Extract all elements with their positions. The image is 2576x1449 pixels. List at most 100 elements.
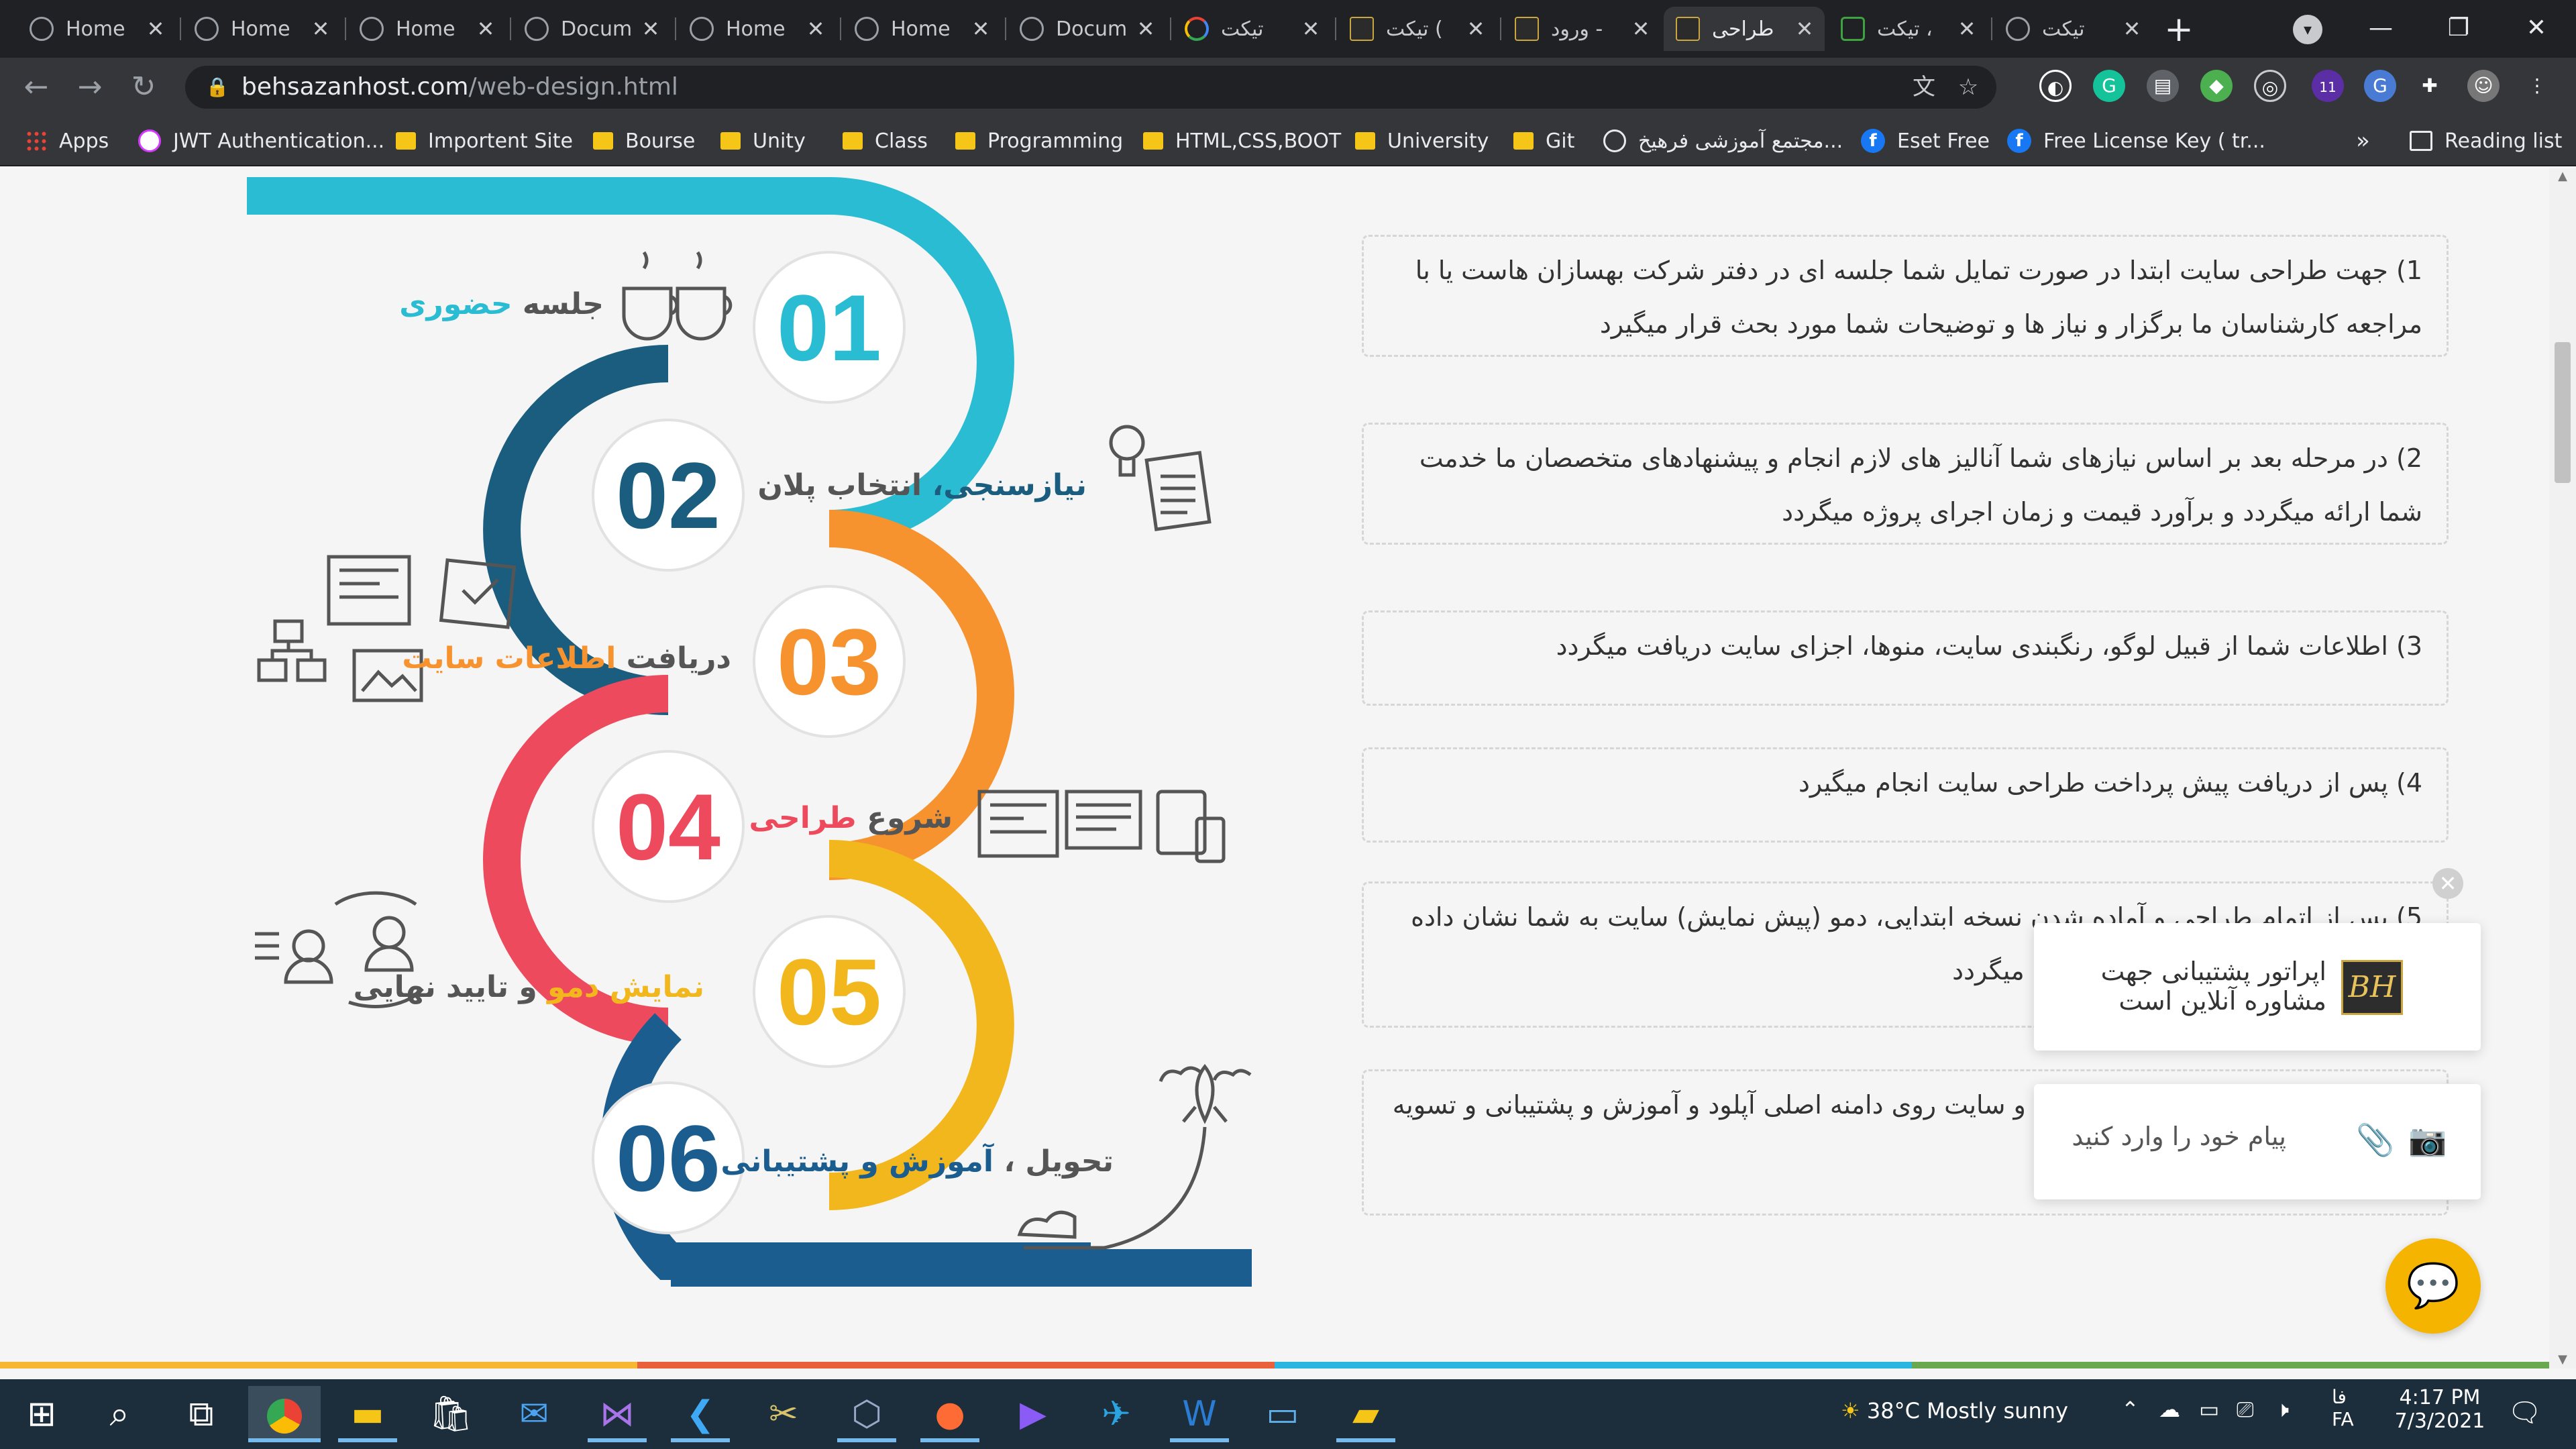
bookmark-folder[interactable]: Importent Site: [396, 126, 573, 156]
address-bar[interactable]: 🔒 behsazanhost.com/web-design.html 文 ☆: [185, 66, 1996, 109]
page-scrollbar[interactable]: ▲ ▼: [2549, 168, 2576, 1368]
bookmark-folder[interactable]: Class: [843, 126, 928, 156]
tab[interactable]: Home ✕: [843, 7, 1001, 51]
close-icon[interactable]: ✕: [1132, 16, 1159, 42]
camera-icon[interactable]: 📷: [2408, 1122, 2447, 1159]
bookmark-apps[interactable]: Apps: [25, 126, 109, 156]
close-icon[interactable]: ✕: [142, 16, 169, 42]
tab[interactable]: تیکت (✕: [1338, 7, 1496, 51]
postman-icon[interactable]: ●: [914, 1386, 986, 1442]
tab[interactable]: Home ✕: [182, 7, 341, 51]
weather-widget[interactable]: ☀ 38°C Mostly sunny: [1841, 1398, 2068, 1424]
bookmark-folder[interactable]: HTML,CSS,BOOT: [1143, 126, 1341, 156]
vscode-icon[interactable]: ❮: [664, 1386, 737, 1442]
task-view-icon[interactable]: ⧉: [165, 1386, 237, 1442]
bookmark-eset[interactable]: f Eset Free: [1861, 126, 1990, 156]
badge-extension-icon[interactable]: 11: [2312, 70, 2344, 102]
app-window-icon[interactable]: ▭: [1246, 1386, 1319, 1442]
close-icon[interactable]: ✕: [2118, 16, 2145, 42]
tab[interactable]: Home ✕: [17, 7, 176, 51]
bookmark-folder[interactable]: Programming: [955, 126, 1123, 156]
reading-list-button[interactable]: Reading list: [2410, 126, 2562, 156]
tab-active[interactable]: طراحی ✕: [1664, 7, 1825, 51]
close-icon[interactable]: ✕: [802, 16, 829, 42]
chat-close-button[interactable]: ✕: [2432, 868, 2463, 899]
lock-icon[interactable]: 🔒: [205, 75, 229, 99]
chat-message-box[interactable]: 📎 📷 پیام خود را وارد کنید: [2034, 1084, 2481, 1199]
visual-studio-icon[interactable]: ⋈: [581, 1386, 653, 1442]
clock[interactable]: 4:17 PM 7/3/2021: [2390, 1386, 2490, 1433]
store-icon[interactable]: 🛍: [415, 1386, 487, 1442]
volume-icon[interactable]: 🕨: [2275, 1397, 2289, 1423]
tab[interactable]: Docum ✕: [513, 7, 671, 51]
close-icon[interactable]: ✕: [1462, 16, 1489, 42]
tools-icon[interactable]: ✂: [747, 1386, 820, 1442]
bookmark-site[interactable]: مجتمع آموزشی فرهیخ...: [1603, 126, 1843, 156]
bookmark-license[interactable]: f Free License Key ( tr...: [2007, 126, 2265, 156]
bookmarks-overflow-button[interactable]: »: [2356, 126, 2370, 156]
bookmark-star-icon[interactable]: ☆: [1953, 72, 1983, 102]
close-icon[interactable]: ✕: [472, 16, 499, 42]
chat-operator-card[interactable]: اپراتور پشتیبانی جهت مشاوره آنلاین است B…: [2034, 923, 2481, 1051]
record-icon[interactable]: ◎: [2254, 70, 2286, 102]
paperclip-icon[interactable]: 📎: [2356, 1122, 2394, 1159]
close-icon[interactable]: ✕: [1297, 16, 1324, 42]
tab[interactable]: ورود - ✕: [1503, 7, 1661, 51]
battery-icon[interactable]: ▭: [2199, 1397, 2219, 1422]
cloud-icon[interactable]: ☁: [2159, 1397, 2180, 1422]
bookmark-folder[interactable]: University: [1355, 126, 1489, 156]
close-icon[interactable]: ✕: [307, 16, 334, 42]
puzzle-icon[interactable]: ✚: [2414, 70, 2446, 102]
printer-icon[interactable]: ▤: [2147, 70, 2179, 102]
grammarly-icon[interactable]: G: [2093, 70, 2125, 102]
chrome-icon[interactable]: [248, 1386, 321, 1442]
tab[interactable]: Home ✕: [678, 7, 836, 51]
back-button[interactable]: ←: [16, 67, 56, 107]
tab[interactable]: Docum ✕: [1008, 7, 1166, 51]
show-hidden-icons-icon[interactable]: ⌃: [2121, 1397, 2139, 1422]
minimize-button[interactable]: —: [2357, 9, 2404, 47]
media-player-icon[interactable]: ▶: [997, 1386, 1069, 1442]
file-explorer-icon[interactable]: ▬: [331, 1386, 404, 1442]
tab[interactable]: تیکت ✕: [1994, 7, 2152, 51]
tab[interactable]: Home ✕: [347, 7, 506, 51]
close-window-button[interactable]: ✕: [2513, 9, 2560, 47]
menu-icon[interactable]: ⋮: [2521, 70, 2553, 102]
forward-button[interactable]: →: [70, 67, 110, 107]
notifications-icon[interactable]: 🗨: [2508, 1397, 2542, 1428]
scroll-up-icon[interactable]: ▲: [2556, 169, 2569, 183]
bookmark-folder[interactable]: Bourse: [593, 126, 695, 156]
extension-icon[interactable]: ◆: [2200, 70, 2233, 102]
mail-icon[interactable]: ✉: [498, 1386, 570, 1442]
tab[interactable]: تیکت ✕: [1173, 7, 1331, 51]
network-icon[interactable]: ⎚: [2237, 1397, 2254, 1423]
close-icon[interactable]: ✕: [967, 16, 994, 42]
chat-input-placeholder[interactable]: پیام خود را وارد کنید: [2072, 1122, 2286, 1151]
url-text[interactable]: behsazanhost.com/web-design.html: [241, 72, 678, 102]
chat-open-button[interactable]: 💬: [2385, 1238, 2481, 1334]
scroll-down-icon[interactable]: ▼: [2556, 1352, 2569, 1366]
translate-extension-icon[interactable]: G: [2364, 70, 2396, 102]
close-icon[interactable]: ✕: [1791, 16, 1818, 42]
close-icon[interactable]: ✕: [1953, 16, 1980, 42]
translate-icon[interactable]: 文: [1909, 72, 1939, 102]
restore-button[interactable]: ❐: [2435, 9, 2482, 47]
bookmark-folder[interactable]: Unity: [720, 126, 806, 156]
unity-icon[interactable]: ⬡: [830, 1386, 903, 1442]
word-icon[interactable]: W: [1163, 1386, 1236, 1442]
close-icon[interactable]: ✕: [1627, 16, 1654, 42]
reload-button[interactable]: ↻: [123, 67, 164, 107]
tab-search-button[interactable]: ▾: [2293, 15, 2322, 44]
dark-reader-icon[interactable]: ◐: [2039, 70, 2072, 102]
scrollbar-thumb[interactable]: [2555, 342, 2571, 483]
language-indicator[interactable]: فا FA: [2332, 1386, 2354, 1430]
close-icon[interactable]: ✕: [637, 16, 664, 42]
bookmark-jwt[interactable]: JWT Authentication...: [138, 126, 384, 156]
windows-start-button[interactable]: ⊞: [5, 1386, 78, 1442]
new-tab-button[interactable]: +: [2159, 11, 2199, 48]
avatar[interactable]: ☺: [2467, 70, 2500, 102]
sticky-notes-icon[interactable]: ▰: [1330, 1386, 1402, 1442]
tab[interactable]: تیکت ، ✕: [1829, 7, 1987, 51]
bookmark-folder[interactable]: Git: [1513, 126, 1574, 156]
search-icon[interactable]: ⌕: [83, 1386, 156, 1442]
